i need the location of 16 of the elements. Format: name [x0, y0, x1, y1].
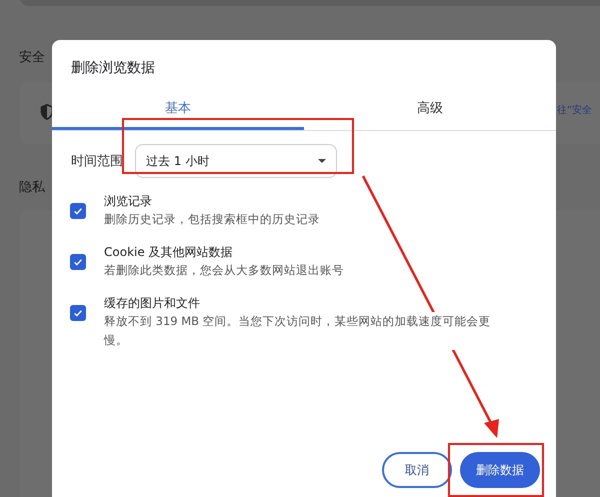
tab[interactable]: 高级 [304, 91, 556, 130]
dialog-title: 删除浏览数据 [70, 59, 156, 78]
checkbox[interactable] [70, 254, 86, 270]
time-range-dropdown[interactable]: 过去 1 小时 [135, 144, 337, 178]
cancel-button[interactable]: 取消 [382, 452, 452, 488]
delete-data-button[interactable]: 删除数据 [460, 452, 540, 488]
option-title: 缓存的图片和文件 [104, 295, 201, 312]
section-heading: 隐私 [19, 179, 45, 196]
option-title: 浏览记录 [104, 193, 153, 210]
option-title: Cookie 及其他网站数据 [104, 244, 234, 261]
caret-icon [318, 159, 326, 163]
checkbox[interactable] [70, 203, 86, 219]
section-heading: 安全 [19, 49, 45, 66]
field-label: 时间范围 [71, 153, 124, 170]
tab[interactable]: 基本 [52, 91, 304, 130]
checkbox[interactable] [70, 305, 86, 321]
